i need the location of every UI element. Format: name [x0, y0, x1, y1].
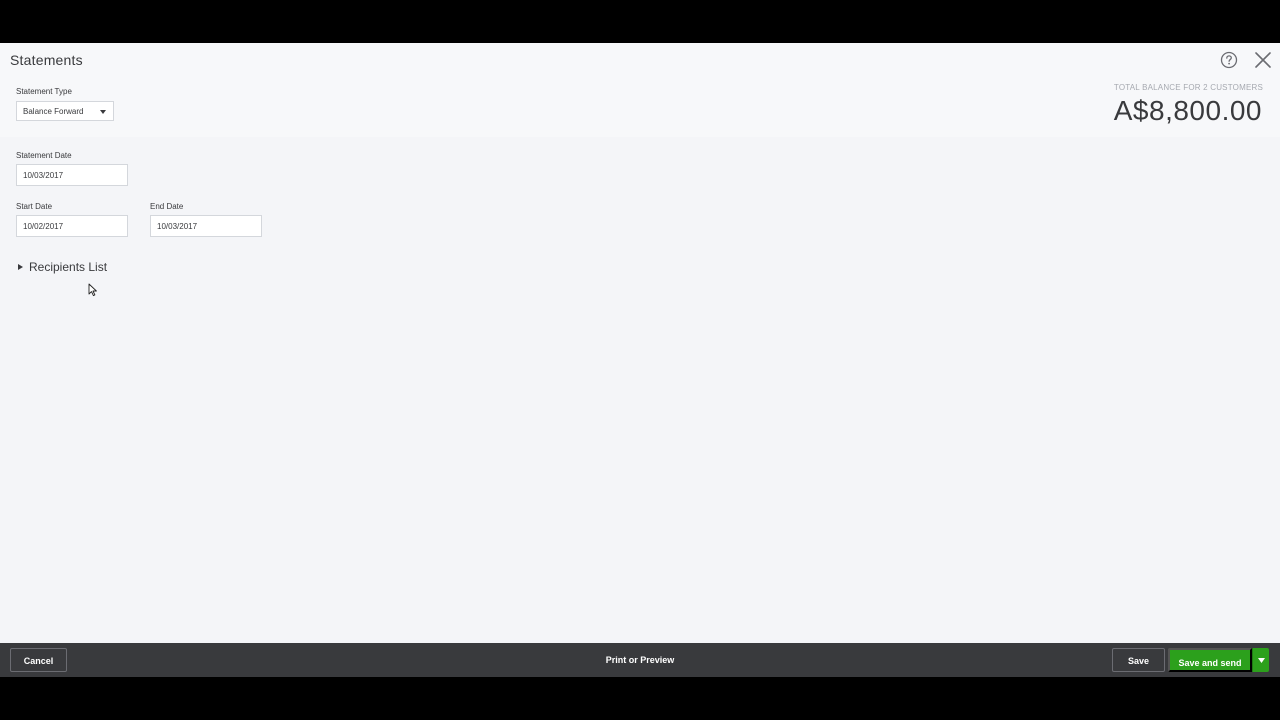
statement-date-label: Statement Date [16, 151, 72, 160]
cancel-button[interactable]: Cancel [10, 648, 67, 672]
chevron-down-icon [100, 110, 106, 114]
mouse-cursor-icon [88, 283, 97, 297]
save-and-send-button[interactable]: Save and send [1168, 648, 1252, 672]
end-date-input[interactable] [150, 215, 262, 237]
footer-toolbar: Cancel Print or Preview Save Save and se… [0, 643, 1280, 677]
start-date-input[interactable] [16, 215, 128, 237]
statement-type-select[interactable]: Balance Forward [16, 101, 114, 121]
statement-date-input[interactable] [16, 164, 128, 186]
statements-window: Statements Statement Type Balance Forwar… [0, 43, 1280, 677]
page-title: Statements [10, 52, 83, 68]
end-date-label: End Date [150, 202, 184, 211]
total-balance-amount: A$8,800.00 [1113, 95, 1262, 126]
header-band [0, 43, 1280, 137]
chevron-down-icon [1258, 658, 1265, 663]
start-date-label: Start Date [16, 202, 53, 211]
help-icon[interactable] [1220, 51, 1238, 69]
statement-type-value: Balance Forward [23, 107, 84, 116]
statement-type-label: Statement Type [16, 87, 72, 96]
total-balance-label: TOTAL BALANCE FOR 2 CUSTOMERS [1113, 83, 1263, 92]
save-and-send-dropdown[interactable] [1252, 648, 1269, 672]
recipients-list-label: Recipients List [29, 260, 108, 274]
caret-right-icon [18, 264, 23, 270]
close-icon[interactable] [1254, 51, 1272, 69]
save-button[interactable]: Save [1112, 648, 1165, 672]
print-or-preview-link[interactable]: Print or Preview [590, 648, 690, 672]
